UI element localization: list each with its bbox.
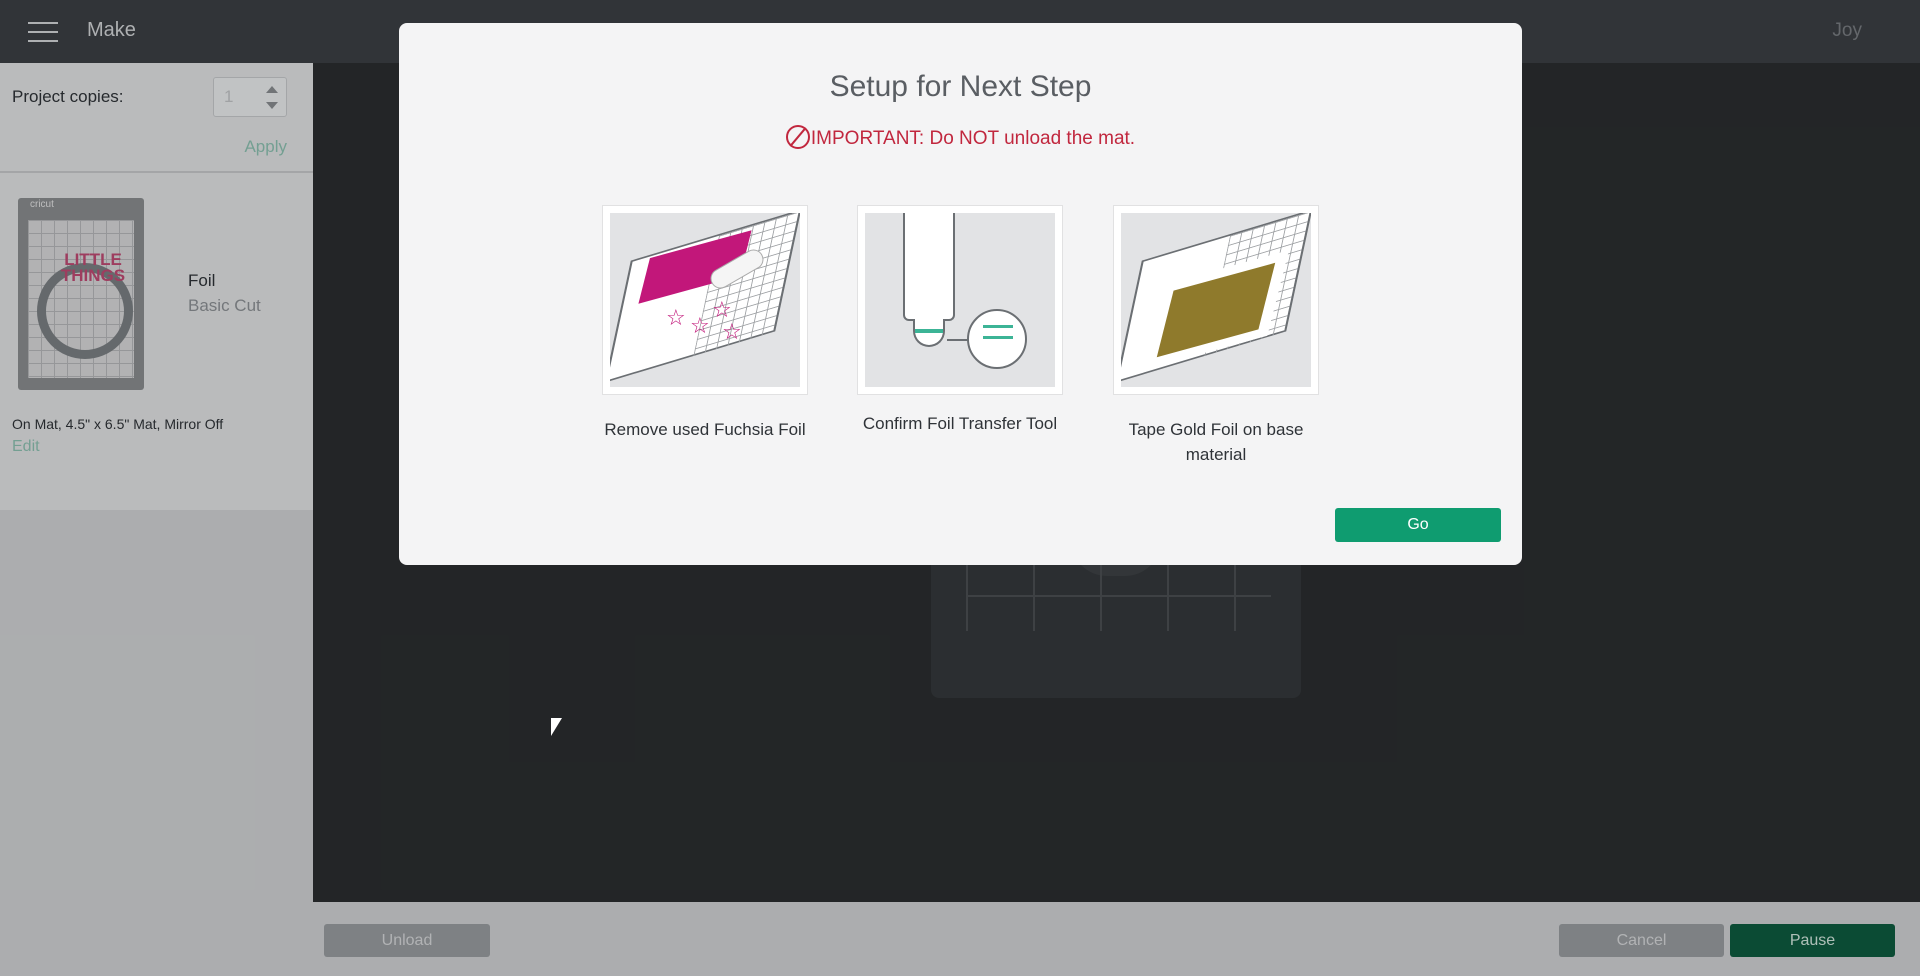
star-icon: ☆ bbox=[666, 305, 686, 330]
prohibited-icon bbox=[785, 125, 810, 149]
star-icon: ☆ bbox=[690, 313, 710, 338]
step-image-frame: ☆ ☆ ☆ ☆ bbox=[602, 205, 808, 395]
dialog-title: Setup for Next Step bbox=[829, 70, 1092, 103]
callout-line bbox=[947, 339, 969, 341]
star-icon: ☆ bbox=[722, 319, 742, 344]
step-confirm-tool: Confirm Foil Transfer Tool bbox=[857, 205, 1063, 436]
tool-tip-shape bbox=[913, 319, 945, 347]
mouse-cursor-icon bbox=[551, 718, 562, 736]
warning-message: IMPORTANT: Do NOT unload the mat. bbox=[399, 125, 1522, 150]
mat-shape bbox=[610, 213, 800, 383]
step-remove-foil: ☆ ☆ ☆ ☆ Remove used Fuchsia Foil bbox=[602, 205, 808, 442]
remove-foil-illustration-icon: ☆ ☆ ☆ ☆ bbox=[610, 213, 800, 387]
warning-text: IMPORTANT: Do NOT unload the mat. bbox=[810, 128, 1136, 149]
foil-tool-illustration-icon bbox=[865, 213, 1055, 387]
step-label: Confirm Foil Transfer Tool bbox=[862, 414, 1058, 433]
step-image-frame bbox=[857, 205, 1063, 395]
step-image-frame bbox=[1113, 205, 1319, 395]
go-button[interactable]: Go bbox=[1335, 508, 1501, 542]
step-label: Remove used Fuchsia Foil bbox=[604, 420, 806, 439]
tool-zoom-circle bbox=[967, 309, 1027, 369]
setup-next-step-dialog: Setup for Next Step IMPORTANT: Do NOT un… bbox=[399, 23, 1522, 565]
tape-gold-foil-illustration-icon bbox=[1121, 213, 1311, 387]
step-tape-gold-foil: Tape Gold Foil on base material bbox=[1113, 205, 1319, 467]
tool-body-shape bbox=[903, 213, 955, 321]
tool-band-shape bbox=[915, 329, 943, 333]
step-label: Tape Gold Foil on base material bbox=[1128, 420, 1304, 464]
